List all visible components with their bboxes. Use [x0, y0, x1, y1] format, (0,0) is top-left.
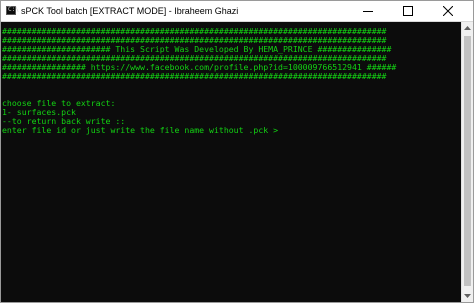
maximize-icon	[403, 6, 413, 16]
scroll-up-icon	[464, 26, 471, 30]
scroll-up-button[interactable]	[462, 22, 473, 34]
window-title: sPCK Tool batch [EXTRACT MODE] - Ibrahee…	[21, 6, 239, 16]
scroll-down-icon	[464, 294, 471, 298]
vertical-scrollbar[interactable]	[461, 22, 473, 302]
console-window-icon[interactable]: C:\	[6, 6, 19, 15]
app-icon-glyph: C:\	[8, 6, 19, 13]
console-window: C:\ sPCK Tool batch [EXTRACT MODE] - Ibr…	[0, 0, 474, 303]
console-prompt-line[interactable]: enter file id or just write the file nam…	[2, 126, 278, 135]
close-icon	[443, 6, 453, 16]
scroll-down-button[interactable]	[462, 290, 473, 302]
close-button[interactable]	[433, 1, 463, 21]
console-output[interactable]: ########################################…	[1, 22, 461, 302]
minimize-button[interactable]	[353, 1, 383, 21]
minimize-icon	[363, 11, 373, 12]
title-bar[interactable]: C:\ sPCK Tool batch [EXTRACT MODE] - Ibr…	[1, 1, 473, 22]
maximize-button[interactable]	[393, 1, 423, 21]
console-line: ########################################…	[2, 71, 387, 81]
scrollbar-thumb[interactable]	[464, 36, 471, 286]
